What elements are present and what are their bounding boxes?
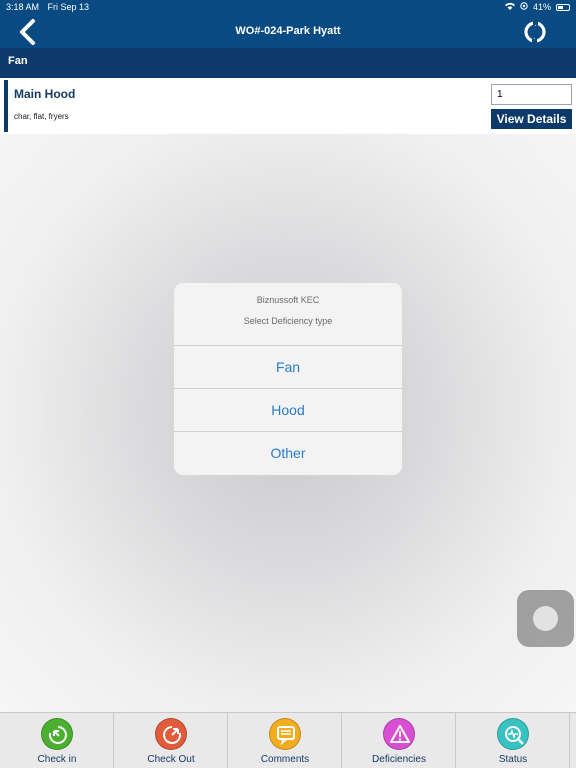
alert-option-fan[interactable]: Fan [174,345,402,388]
deficiency-type-alert: Biznussoft KEC Select Deficiency type Fa… [174,283,402,475]
quantity-input[interactable] [491,84,572,105]
tab-status[interactable]: Status [456,713,570,768]
warning-icon [383,718,415,750]
alert-title: Biznussoft KEC [256,295,320,305]
status-date-text: Fri Sep 13 [47,2,90,12]
assistive-touch-button[interactable] [517,590,574,647]
tab-check-out[interactable]: Check Out [114,713,228,768]
battery-percentage: 41% [532,2,551,12]
tab-check-in[interactable]: Check in [0,713,114,768]
refresh-button[interactable] [522,19,548,45]
check-in-icon [41,718,73,750]
location-icon [520,0,528,14]
hood-title: Main Hood [14,87,76,101]
section-header: Fan [0,48,576,78]
list-item: Main Hood char, flat, fryers View Detail… [4,80,576,132]
page-title: WO#-024-Park Hyatt [235,25,341,37]
comments-icon [269,718,301,750]
alert-message: Select Deficiency type [243,316,333,326]
view-details-button[interactable]: View Details [491,109,572,129]
alert-option-other[interactable]: Other [174,431,402,474]
refresh-icon [522,20,548,49]
tab-bar: Check in Check Out Comments Deficiencies… [0,712,576,768]
tab-label: Comments [260,754,310,765]
tab-label: Status [498,754,528,765]
section-title: Fan [8,55,28,67]
tab-label: Deficiencies [372,754,426,765]
alert-option-hood[interactable]: Hood [174,388,402,431]
status-icons: 41% [504,0,570,14]
navigation-bar: 3:18 AM Fri Sep 13 41% WO#-024-Park Hyat… [0,0,576,48]
hood-subtitle: char, flat, fryers [14,112,69,121]
status-time: 3:18 AM Fri Sep 13 [6,0,89,14]
status-icon [497,718,529,750]
tab-comments[interactable]: Comments [228,713,342,768]
status-time-text: 3:18 AM [6,2,40,12]
tab-label: Check Out [147,754,195,765]
tab-deficiencies[interactable]: Deficiencies [342,713,456,768]
check-out-icon [155,718,187,750]
battery-icon [556,3,570,11]
status-bar: 3:18 AM Fri Sep 13 41% [0,0,576,14]
wifi-icon [504,0,515,14]
tab-label: Check in [37,754,77,765]
assistive-touch-icon [533,606,558,631]
